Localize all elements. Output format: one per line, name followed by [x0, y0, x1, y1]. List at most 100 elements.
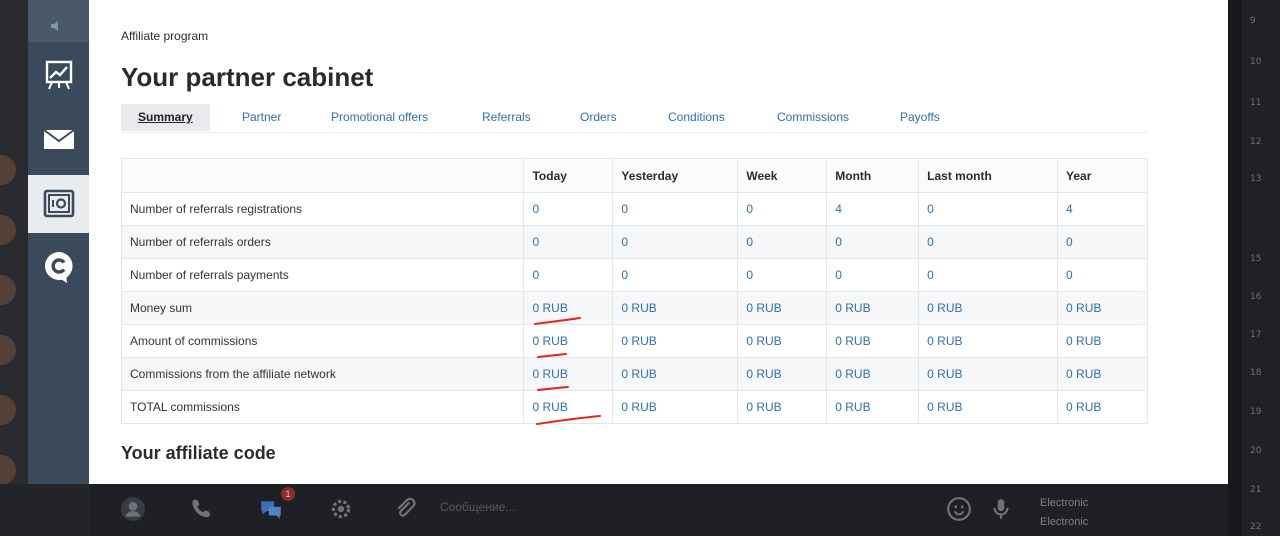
chat-bubbles-icon[interactable]: [258, 496, 284, 522]
table-cell-value[interactable]: 0 RUB: [523, 324, 614, 358]
table-cell-value[interactable]: 0 RUB: [612, 324, 739, 358]
table-cell-value[interactable]: 0 RUB: [918, 390, 1059, 424]
emoji-icon[interactable]: [946, 496, 972, 522]
sidebar-item-analytics[interactable]: [28, 46, 89, 104]
table-row: Number of referrals orders 0 0 0 0 0 0: [120, 225, 1148, 259]
table-cell-value[interactable]: 0: [523, 225, 614, 259]
table-cell-value[interactable]: 0: [612, 225, 739, 259]
table-cell-value[interactable]: 0 RUB: [918, 357, 1059, 391]
background-lower-left: [0, 484, 90, 536]
background-tick-label: 17: [1250, 330, 1262, 340]
table-cell-value[interactable]: 0 RUB: [826, 291, 920, 325]
table-cell-value[interactable]: 0 RUB: [1057, 291, 1148, 325]
table-header-row: Today Yesterday Week Month Last month Ye…: [120, 158, 1148, 193]
background-avatar: [0, 155, 16, 185]
tab-summary[interactable]: Summary: [121, 104, 210, 131]
table-cell-value[interactable]: 0: [826, 225, 920, 259]
sidebar-top: [28, 0, 89, 42]
page-title: Your partner cabinet: [121, 62, 374, 92]
table-cell-value[interactable]: 0: [918, 192, 1059, 226]
table-cell-value[interactable]: 0: [612, 258, 739, 292]
tab-partner[interactable]: Partner: [242, 104, 281, 131]
side-label: Electronic: [1040, 516, 1089, 528]
table-cell-value[interactable]: 0: [918, 258, 1059, 292]
table-cell-value[interactable]: 0 RUB: [826, 357, 920, 391]
row-label: Amount of commissions: [120, 324, 525, 358]
table-cell-value[interactable]: 0 RUB: [1057, 357, 1148, 391]
table-cell-value[interactable]: 0: [737, 225, 828, 259]
table-cell-value[interactable]: 0 RUB: [918, 291, 1059, 325]
row-label: Money sum: [120, 291, 525, 325]
background-tick-label: 13: [1250, 174, 1262, 184]
tab-conditions[interactable]: Conditions: [668, 104, 725, 131]
tab-referrals[interactable]: Referrals: [482, 104, 531, 131]
table-cell-value[interactable]: 0 RUB: [826, 390, 920, 424]
table-cell-value[interactable]: 0 RUB: [918, 324, 1059, 358]
row-label: Number of referrals orders: [120, 225, 525, 259]
table-cell-value[interactable]: 0 RUB: [612, 291, 739, 325]
tab-bar: Summary Partner Promotional offers Refer…: [121, 104, 1148, 133]
table-cell-value[interactable]: 4: [826, 192, 920, 226]
background-tick-label: 22: [1250, 522, 1262, 532]
table-cell-value[interactable]: 0 RUB: [737, 324, 828, 358]
table-cell-value[interactable]: 0: [737, 192, 828, 226]
table-cell-value[interactable]: 0 RUB: [612, 390, 739, 424]
sidebar-item-chat[interactable]: [28, 238, 89, 296]
background-avatar: [0, 395, 16, 425]
table-cell-value[interactable]: 0: [737, 258, 828, 292]
background-avatar: [0, 275, 16, 305]
table-cell-value[interactable]: 0: [1057, 225, 1148, 259]
background-tick-label: 16: [1250, 292, 1262, 302]
affiliate-panel: Affiliate program Your partner cabinet S…: [89, 0, 1228, 484]
table-cell-value[interactable]: 0 RUB: [737, 291, 828, 325]
side-label: Electronic: [1040, 497, 1089, 509]
background-tick-label: 15: [1250, 254, 1262, 264]
table-cell-value[interactable]: 0 RUB: [737, 390, 828, 424]
column-header: Today: [523, 158, 614, 193]
background-tick-label: 20: [1250, 446, 1262, 456]
background-tick-label: 18: [1250, 368, 1262, 378]
row-label: Commissions from the affiliate network: [120, 357, 525, 391]
notification-badge: 1: [281, 487, 295, 501]
row-label: TOTAL commissions: [120, 390, 525, 424]
chat-input-bar: 1 Сообщение... Electronic Electronic: [90, 484, 1228, 536]
background-avatar: [0, 455, 16, 485]
table-cell-value[interactable]: 0 RUB: [737, 357, 828, 391]
table-cell-value[interactable]: 0 RUB: [523, 291, 614, 325]
table-cell-value[interactable]: 0 RUB: [1057, 390, 1148, 424]
background-tick-label: 12: [1250, 137, 1262, 147]
background-avatar: [0, 335, 16, 365]
table-cell-value[interactable]: 0: [612, 192, 739, 226]
background-left-column: [0, 0, 28, 536]
column-header-empty: [120, 158, 525, 193]
background-tick-label: 9: [1250, 16, 1256, 26]
message-input[interactable]: Сообщение...: [440, 500, 515, 514]
tab-commissions[interactable]: Commissions: [777, 104, 849, 131]
table-cell-value[interactable]: 0 RUB: [1057, 324, 1148, 358]
tab-promotional-offers[interactable]: Promotional offers: [331, 104, 428, 131]
table-cell-value[interactable]: 0: [826, 258, 920, 292]
table-cell-value[interactable]: 4: [1057, 192, 1148, 226]
table-cell-value[interactable]: 0 RUB: [612, 357, 739, 391]
gear-icon[interactable]: [328, 496, 354, 522]
table-cell-value[interactable]: 0: [523, 192, 614, 226]
app-sidebar: [28, 0, 89, 484]
paperclip-icon[interactable]: [392, 496, 418, 522]
microphone-icon[interactable]: [988, 496, 1014, 522]
table-cell-value[interactable]: 0: [1057, 258, 1148, 292]
user-icon[interactable]: [120, 496, 146, 522]
sidebar-item-affiliate[interactable]: [28, 175, 89, 233]
sidebar-item-mail[interactable]: [28, 110, 89, 168]
table-cell-value[interactable]: 0: [523, 258, 614, 292]
breadcrumb[interactable]: Affiliate program: [121, 29, 208, 43]
table-cell-value[interactable]: 0 RUB: [523, 390, 614, 424]
table-cell-value[interactable]: 0 RUB: [523, 357, 614, 391]
column-header: Week: [737, 158, 828, 193]
table-cell-value[interactable]: 0 RUB: [826, 324, 920, 358]
tab-payoffs[interactable]: Payoffs: [900, 104, 940, 131]
tab-orders[interactable]: Orders: [580, 104, 617, 131]
table-cell-value[interactable]: 0: [918, 225, 1059, 259]
row-label: Number of referrals payments: [120, 258, 525, 292]
phone-icon[interactable]: [188, 496, 214, 522]
table-row: TOTAL commissions 0 RUB 0 RUB 0 RUB 0 RUB 0 R…: [120, 390, 1148, 424]
